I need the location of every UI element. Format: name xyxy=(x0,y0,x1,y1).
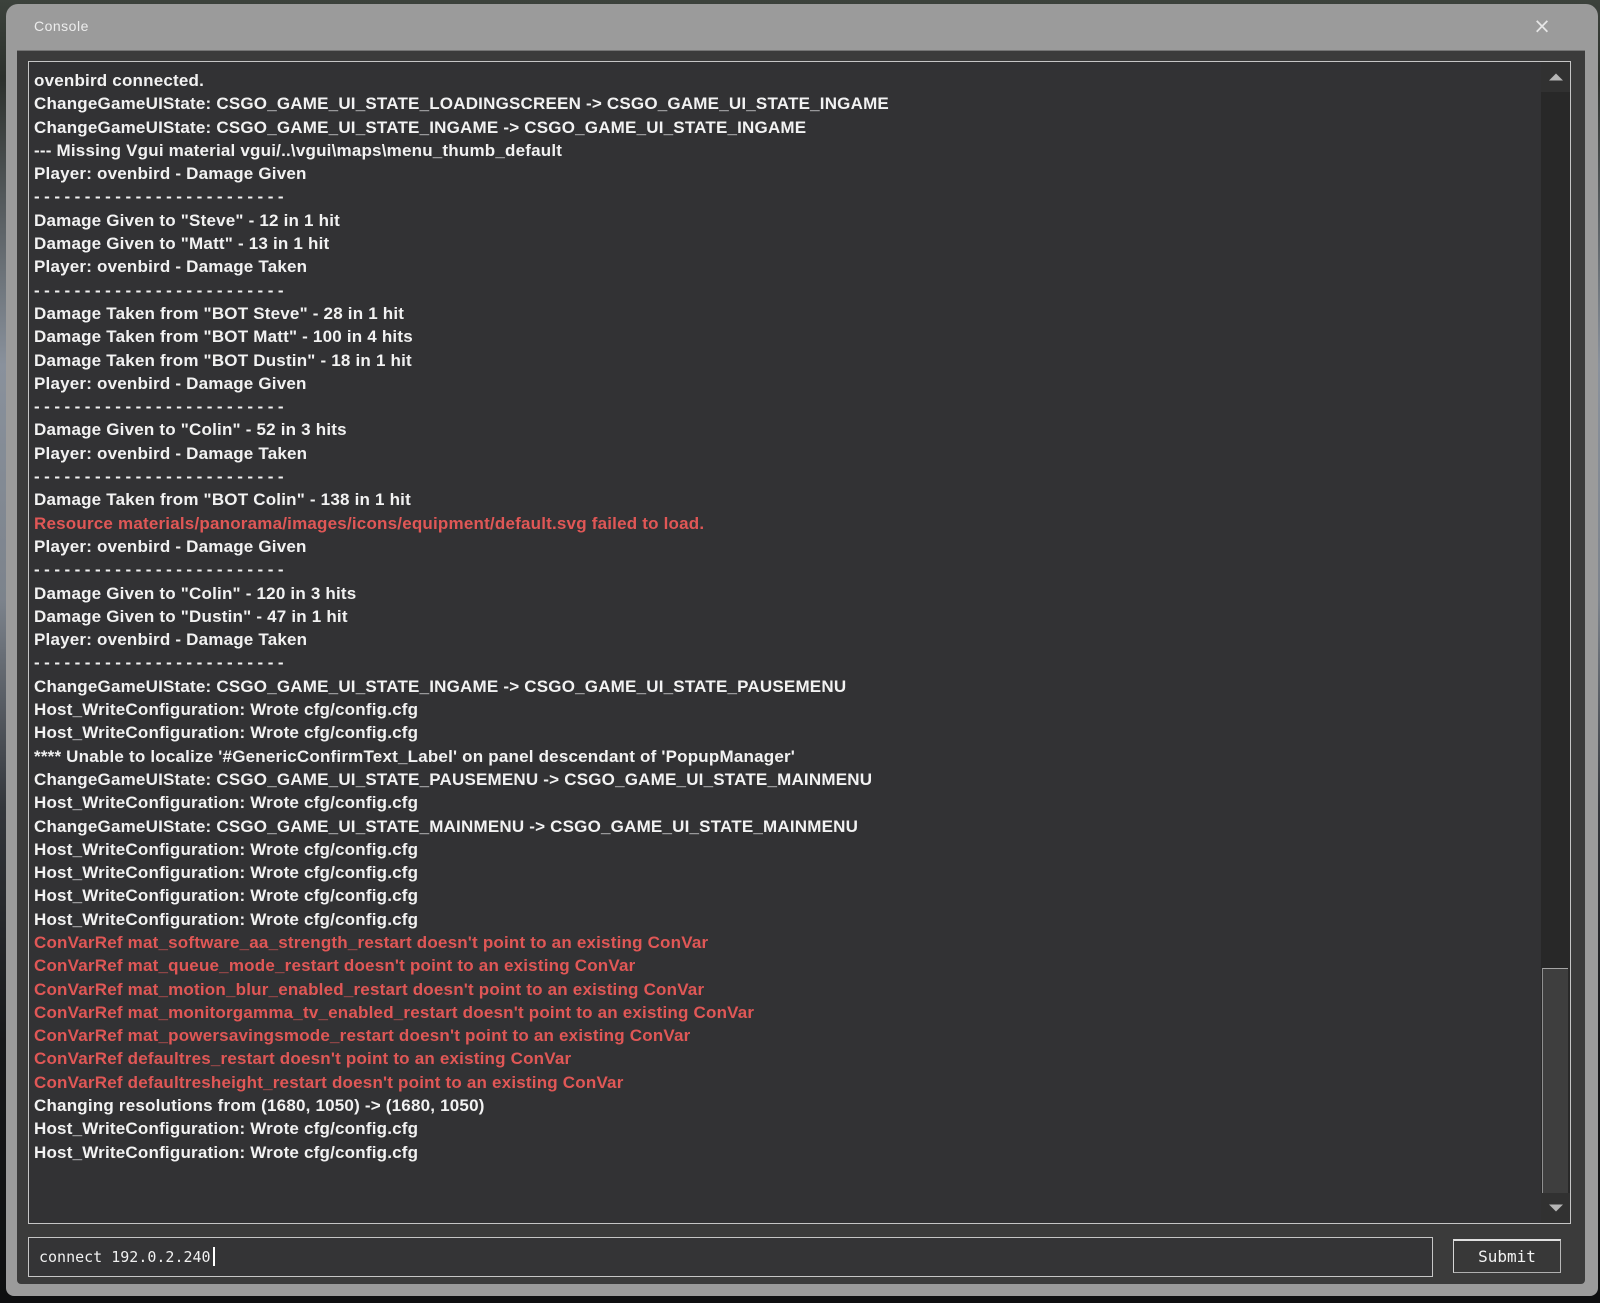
console-line: Host_WriteConfiguration: Wrote cfg/confi… xyxy=(34,791,1540,814)
console-line: ConVarRef defaultres_restart doesn't poi… xyxy=(34,1047,1540,1070)
console-line: ------------------------- xyxy=(34,558,1540,581)
console-line: Player: ovenbird - Damage Given xyxy=(34,162,1540,185)
console-line: Host_WriteConfiguration: Wrote cfg/confi… xyxy=(34,884,1540,907)
console-line: ConVarRef mat_software_aa_strength_resta… xyxy=(34,931,1540,954)
console-line: Host_WriteConfiguration: Wrote cfg/confi… xyxy=(34,861,1540,884)
titlebar[interactable]: Console × xyxy=(6,4,1598,50)
console-line: Host_WriteConfiguration: Wrote cfg/confi… xyxy=(34,1141,1540,1164)
console-line: ------------------------- xyxy=(34,651,1540,674)
console-output[interactable]: ovenbird connected.ChangeGameUIState: CS… xyxy=(28,61,1571,1224)
console-line: Host_WriteConfiguration: Wrote cfg/confi… xyxy=(34,838,1540,861)
console-line: ConVarRef mat_monitorgamma_tv_enabled_re… xyxy=(34,1001,1540,1024)
console-line: Host_WriteConfiguration: Wrote cfg/confi… xyxy=(34,698,1540,721)
console-line: ChangeGameUIState: CSGO_GAME_UI_STATE_PA… xyxy=(34,768,1540,791)
arrow-up-icon xyxy=(1549,74,1563,81)
console-line: ConVarRef mat_powersavingsmode_restart d… xyxy=(34,1024,1540,1047)
console-line: ------------------------- xyxy=(34,279,1540,302)
console-line: ovenbird connected. xyxy=(34,69,1540,92)
console-line: Damage Given to "Colin" - 120 in 3 hits xyxy=(34,582,1540,605)
console-line: Resource materials/panorama/images/icons… xyxy=(34,512,1540,535)
console-line: ChangeGameUIState: CSGO_GAME_UI_STATE_IN… xyxy=(34,116,1540,139)
console-line: Player: ovenbird - Damage Taken xyxy=(34,442,1540,465)
console-log: ovenbird connected.ChangeGameUIState: CS… xyxy=(29,62,1540,1223)
console-window: Console × ovenbird connected.ChangeGameU… xyxy=(6,4,1598,1296)
scrollbar[interactable] xyxy=(1541,62,1570,1223)
console-panel: ovenbird connected.ChangeGameUIState: CS… xyxy=(17,50,1585,1284)
console-line: Host_WriteConfiguration: Wrote cfg/confi… xyxy=(34,721,1540,744)
console-line: ConVarRef mat_queue_mode_restart doesn't… xyxy=(34,954,1540,977)
console-line: **** Unable to localize '#GenericConfirm… xyxy=(34,745,1540,768)
window-title: Console xyxy=(34,18,89,34)
scroll-down-button[interactable] xyxy=(1541,1193,1570,1223)
console-line: Damage Taken from "BOT Steve" - 28 in 1 … xyxy=(34,302,1540,325)
console-line: Host_WriteConfiguration: Wrote cfg/confi… xyxy=(34,908,1540,931)
command-input[interactable]: connect 192.0.2.240 xyxy=(28,1237,1433,1277)
command-input-value: connect 192.0.2.240 xyxy=(39,1248,211,1266)
submit-button[interactable]: Submit xyxy=(1453,1239,1561,1273)
console-line: ------------------------- xyxy=(34,185,1540,208)
scrollbar-track[interactable] xyxy=(1541,92,1570,1193)
console-line: Player: ovenbird - Damage Taken xyxy=(34,628,1540,651)
console-line: Host_WriteConfiguration: Wrote cfg/confi… xyxy=(34,1117,1540,1140)
console-line: Damage Given to "Dustin" - 47 in 1 hit xyxy=(34,605,1540,628)
console-line: Changing resolutions from (1680, 1050) -… xyxy=(34,1094,1540,1117)
console-line: ------------------------- xyxy=(34,465,1540,488)
console-line: Player: ovenbird - Damage Taken xyxy=(34,255,1540,278)
console-line: --- Missing Vgui material vgui/..\vgui\m… xyxy=(34,139,1540,162)
console-line: Player: ovenbird - Damage Given xyxy=(34,535,1540,558)
console-line: ChangeGameUIState: CSGO_GAME_UI_STATE_LO… xyxy=(34,92,1540,115)
console-line: ConVarRef mat_motion_blur_enabled_restar… xyxy=(34,978,1540,1001)
console-line: ChangeGameUIState: CSGO_GAME_UI_STATE_MA… xyxy=(34,815,1540,838)
console-line: Damage Taken from "BOT Dustin" - 18 in 1… xyxy=(34,349,1540,372)
console-line: Damage Given to "Colin" - 52 in 3 hits xyxy=(34,418,1540,441)
console-line: ------------------------- xyxy=(34,395,1540,418)
text-cursor xyxy=(213,1247,215,1266)
console-line: Damage Given to "Matt" - 13 in 1 hit xyxy=(34,232,1540,255)
console-line: Damage Taken from "BOT Matt" - 100 in 4 … xyxy=(34,325,1540,348)
console-line: Damage Taken from "BOT Colin" - 138 in 1… xyxy=(34,488,1540,511)
console-line: ConVarRef defaultresheight_restart doesn… xyxy=(34,1071,1540,1094)
console-line: Player: ovenbird - Damage Given xyxy=(34,372,1540,395)
console-line: Damage Given to "Steve" - 12 in 1 hit xyxy=(34,209,1540,232)
close-icon[interactable]: × xyxy=(1530,14,1554,38)
scroll-up-button[interactable] xyxy=(1541,62,1570,92)
console-line: ChangeGameUIState: CSGO_GAME_UI_STATE_IN… xyxy=(34,675,1540,698)
arrow-down-icon xyxy=(1549,1205,1563,1212)
scrollbar-thumb[interactable] xyxy=(1542,968,1568,1194)
